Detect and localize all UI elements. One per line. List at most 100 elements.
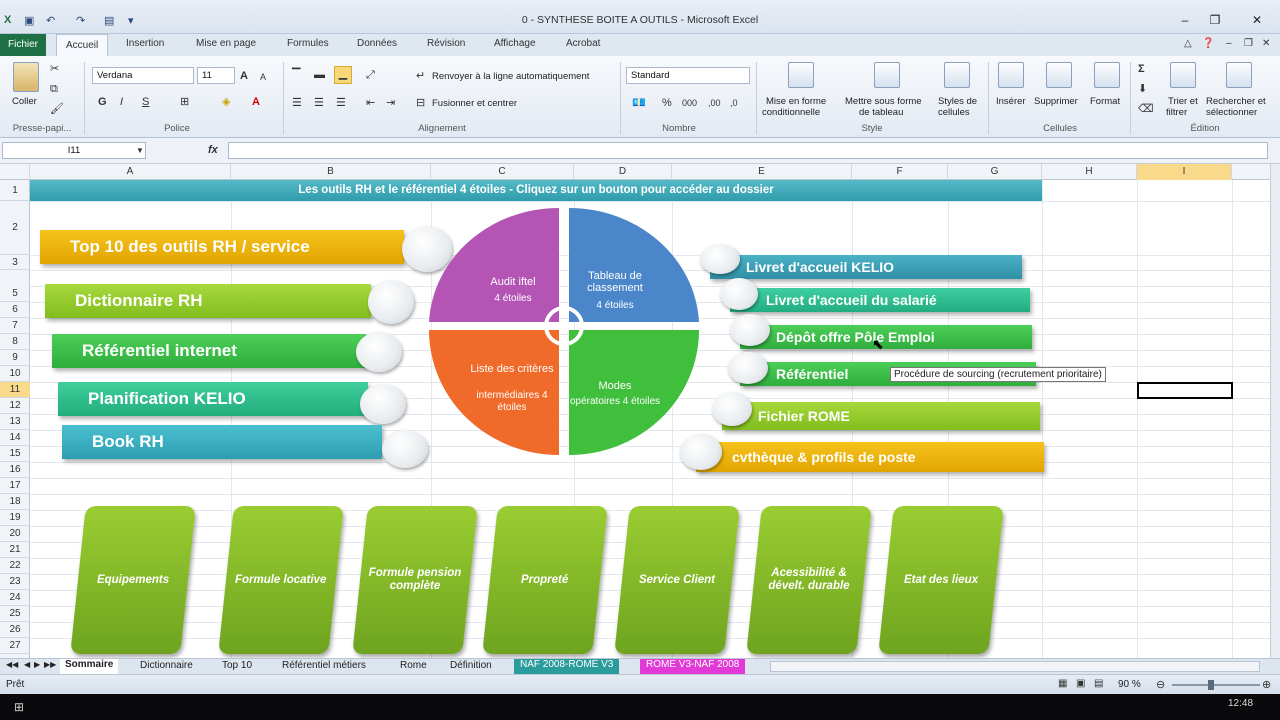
selected-cell[interactable] <box>1137 382 1233 399</box>
card-proprete[interactable]: Propreté <box>482 506 608 654</box>
sort-filter-label-2[interactable]: filtrer <box>1166 107 1187 118</box>
zoom-in-icon[interactable]: ⊕ <box>1262 678 1271 691</box>
column-header-selected[interactable]: I <box>1137 164 1232 180</box>
column-header[interactable]: B <box>231 164 431 180</box>
align-middle-icon[interactable]: ▬ <box>314 68 325 82</box>
sheet-tab-dictionnaire[interactable]: Dictionnaire <box>140 660 193 671</box>
select-all-corner[interactable] <box>0 164 30 180</box>
sort-filter-icon[interactable] <box>1170 62 1196 88</box>
tab-page-layout[interactable]: Mise en page <box>196 38 256 49</box>
grow-font-icon[interactable]: A <box>240 69 248 83</box>
zoom-level[interactable]: 90 % <box>1118 679 1141 690</box>
planification-kelio-button[interactable]: Planification KELIO <box>58 382 368 416</box>
help-icon[interactable]: ❓ <box>1202 38 1214 49</box>
number-format-box[interactable]: Standard <box>626 67 750 84</box>
cut-icon[interactable]: ✂ <box>50 62 59 76</box>
row-header[interactable]: 9 <box>0 350 30 366</box>
merge-icon[interactable]: ⊟ <box>416 96 425 110</box>
column-header[interactable]: H <box>1042 164 1137 180</box>
last-sheet-icon[interactable]: ▶▶ <box>44 660 56 669</box>
italic-button[interactable]: I <box>120 95 123 109</box>
align-top-icon[interactable]: ▔ <box>292 68 300 82</box>
bold-button[interactable]: G <box>98 95 107 109</box>
wrap-text-icon[interactable]: ↵ <box>416 69 425 83</box>
first-sheet-icon[interactable]: ◀◀ <box>6 660 18 669</box>
next-sheet-icon[interactable]: ▶ <box>34 660 40 669</box>
depot-offre-pole-emploi-button[interactable]: Dépôt offre Pôle Emploi <box>740 325 1032 349</box>
format-cells-icon[interactable] <box>1094 62 1120 88</box>
restore-button[interactable]: ❐ <box>1202 12 1228 28</box>
tab-formulas[interactable]: Formules <box>287 38 329 49</box>
row-header[interactable]: 6 <box>0 302 30 318</box>
decrease-indent-icon[interactable]: ⇤ <box>366 96 375 110</box>
sheet-tab-top10[interactable]: Top 10 <box>222 660 252 671</box>
find-select-label-2[interactable]: sélectionner <box>1206 107 1257 118</box>
row-header-selected[interactable]: 11 <box>0 382 30 398</box>
tab-view[interactable]: Affichage <box>494 38 536 49</box>
borders-icon[interactable]: ⊞ <box>180 95 189 109</box>
row-header[interactable]: 10 <box>0 366 30 382</box>
close-button[interactable]: ✕ <box>1244 12 1270 28</box>
referentiel-internet-button[interactable]: Référentiel internet <box>52 334 366 368</box>
row-header[interactable]: 3 <box>0 255 30 270</box>
orientation-icon[interactable]: ⤢ <box>366 68 375 82</box>
column-header[interactable]: C <box>431 164 574 180</box>
view-page-layout-icon[interactable]: ▣ <box>1076 678 1085 689</box>
card-etat-des-lieux[interactable]: Etat des lieux <box>878 506 1004 654</box>
tab-review[interactable]: Révision <box>427 38 465 49</box>
insert-cells-icon[interactable] <box>998 62 1024 88</box>
sheet-tab-naf-rome[interactable]: NAF 2008-ROME V3 <box>514 659 620 674</box>
autosum-icon[interactable]: Σ <box>1138 62 1145 76</box>
fill-icon[interactable]: ⬇ <box>1138 82 1147 96</box>
card-formule-pension[interactable]: Formule pension complète <box>352 506 478 654</box>
row-header[interactable]: 23 <box>0 574 30 590</box>
row-header[interactable]: 20 <box>0 526 30 542</box>
sort-filter-label-1[interactable]: Trier et <box>1168 96 1198 107</box>
delete-cells-button[interactable]: Supprimer <box>1034 96 1078 107</box>
card-formule-locative[interactable]: Formule locative <box>218 506 344 654</box>
row-header[interactable]: 17 <box>0 478 30 494</box>
horizontal-scrollbar[interactable] <box>770 661 1260 672</box>
format-cells-button[interactable]: Format <box>1090 96 1120 107</box>
find-select-label-1[interactable]: Rechercher et <box>1206 96 1266 107</box>
row-header[interactable]: 5 <box>0 286 30 302</box>
tab-insert[interactable]: Insertion <box>126 38 164 49</box>
row-header[interactable]: 18 <box>0 494 30 510</box>
fill-color-icon[interactable]: ◈ <box>222 95 230 109</box>
find-select-icon[interactable] <box>1226 62 1252 88</box>
pie-slice-audit[interactable] <box>429 207 559 322</box>
conditional-format-label-2[interactable]: conditionnelle <box>762 107 820 118</box>
format-as-table-icon[interactable] <box>874 62 900 88</box>
sheet-tab-referentiel-metiers[interactable]: Référentiel métiers <box>282 660 366 671</box>
row-header[interactable]: 13 <box>0 414 30 430</box>
prev-sheet-icon[interactable]: ◀ <box>24 660 30 669</box>
workbook-restore-icon[interactable]: ❐ <box>1244 38 1253 49</box>
column-header[interactable]: A <box>30 164 231 180</box>
paste-icon[interactable] <box>13 62 39 92</box>
sheet-tab-rome-naf[interactable]: ROME V3-NAF 2008 <box>640 659 746 674</box>
align-right-icon[interactable]: ☰ <box>336 96 346 110</box>
cell-styles-label-1[interactable]: Styles de <box>938 96 977 107</box>
tab-home[interactable]: Accueil <box>56 34 109 56</box>
sheet-banner[interactable]: Les outils RH et le référentiel 4 étoile… <box>30 180 1042 201</box>
shrink-font-icon[interactable]: A <box>260 70 266 84</box>
row-header[interactable]: 1 <box>0 180 30 201</box>
thousands-icon[interactable]: 000 <box>682 96 697 110</box>
format-as-table-label-2[interactable]: de tableau <box>859 107 903 118</box>
delete-cells-icon[interactable] <box>1046 62 1072 88</box>
name-box-dropdown-icon[interactable]: ▼ <box>136 144 144 158</box>
row-header[interactable]: 15 <box>0 446 30 462</box>
cvtheque-profils-button[interactable]: cvthèque & profils de poste <box>696 442 1044 472</box>
view-page-break-icon[interactable]: ▤ <box>1094 678 1103 689</box>
name-box[interactable]: I11 <box>2 142 146 159</box>
font-color-icon[interactable]: A <box>252 95 260 109</box>
decrease-decimal-icon[interactable]: ,0 <box>730 96 738 110</box>
top10-button[interactable]: Top 10 des outils RH / service <box>40 230 404 264</box>
row-header[interactable]: 19 <box>0 510 30 526</box>
merge-center-button[interactable]: Fusionner et centrer <box>432 98 517 109</box>
conditional-format-icon[interactable] <box>788 62 814 88</box>
livret-accueil-salarie-button[interactable]: Livret d'accueil du salarié <box>730 288 1030 312</box>
tab-file[interactable]: Fichier <box>0 34 46 56</box>
cell-styles-label-2[interactable]: cellules <box>938 107 970 118</box>
livret-accueil-kelio-button[interactable]: Livret d'accueil KELIO <box>710 255 1022 279</box>
